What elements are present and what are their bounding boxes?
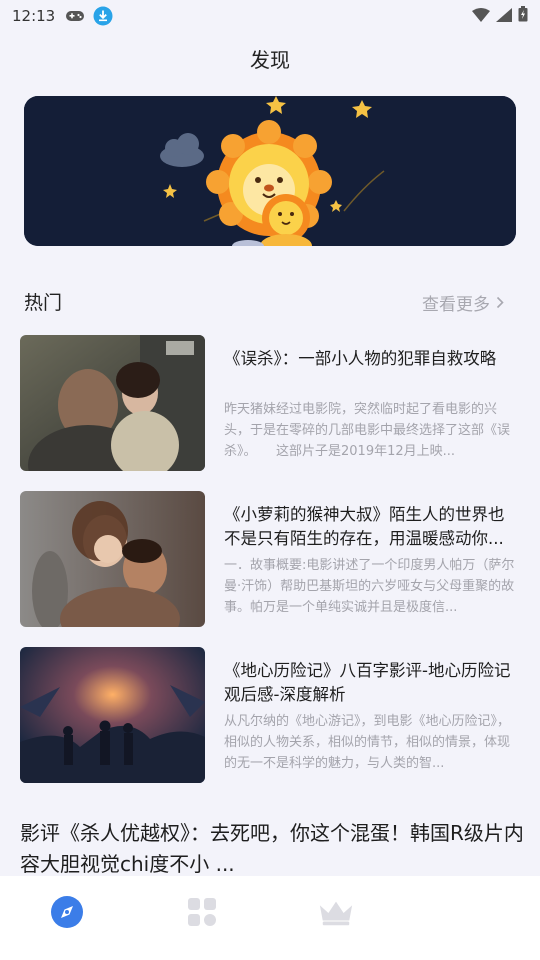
page-title: 发现 xyxy=(250,48,290,72)
see-more-link[interactable]: 查看更多 xyxy=(422,290,504,315)
article-thumbnail xyxy=(20,491,205,627)
article-thumbnail xyxy=(20,335,205,471)
banner[interactable] xyxy=(24,96,516,246)
crown-icon xyxy=(319,901,353,926)
wifi-icon xyxy=(472,7,490,26)
article-title: 《误杀》：一部小人物的犯罪自救攻略 xyxy=(224,349,497,368)
nav-tab-discover[interactable] xyxy=(49,894,85,930)
compass-icon xyxy=(51,896,83,928)
article-thumbnail xyxy=(20,647,205,783)
see-more-label: 查看更多 xyxy=(422,295,490,315)
download-icon xyxy=(93,6,113,26)
list-item[interactable]: 《地心历险记》八百字影评-地心历险记观后感-深度解析 从凡尔纳的《地心游记》，到… xyxy=(20,647,520,783)
section-title-hot: 热门 xyxy=(24,292,63,314)
list-item[interactable]: 《误杀》：一部小人物的犯罪自救攻略 昨天猪妹经过电影院，突然临时起了看电影的兴头… xyxy=(20,335,520,471)
bottom-nav xyxy=(0,876,540,960)
nav-tab-ranking[interactable] xyxy=(318,894,354,930)
grid-icon xyxy=(188,898,216,926)
article-description: 从凡尔纳的《地心游记》，到电影《地心历险记》，相似的人物关系，相似的情节，相似的… xyxy=(224,714,511,771)
status-bar: 12:13 xyxy=(0,0,540,32)
gamepad-icon xyxy=(65,9,85,23)
battery-icon xyxy=(518,6,528,26)
status-right xyxy=(472,6,528,26)
status-time: 12:13 xyxy=(12,7,56,25)
nav-tab-categories[interactable] xyxy=(184,894,220,930)
article-description: 一．故事概要:电影讲述了一个印度男人帕万（萨尔曼·汗饰）帮助巴基斯坦的六岁哑女与… xyxy=(224,558,515,615)
chevron-right-icon xyxy=(496,296,504,309)
signal-icon xyxy=(496,7,512,26)
banner-illustration xyxy=(24,96,516,246)
article-description: 昨天猪妹经过电影院，突然临时起了看电影的兴头，于是在零碎的几部电影中最终选择了这… xyxy=(224,402,511,459)
list-item[interactable]: 《小萝莉的猴神大叔》陌生人的世界也不是只有陌生的存在，用温暖感动你... 一．故… xyxy=(20,491,520,627)
featured-headline[interactable]: 影评《杀人优越权》：去死吧，你这个混蛋！韩国R级片内容大胆视觉chi度不小 ..… xyxy=(20,818,525,880)
article-title: 《小萝莉的猴神大叔》陌生人的世界也不是只有陌生的存在，用温暖感动你... xyxy=(224,505,505,548)
article-title: 《地心历险记》八百字影评-地心历险记观后感-深度解析 xyxy=(224,661,511,704)
